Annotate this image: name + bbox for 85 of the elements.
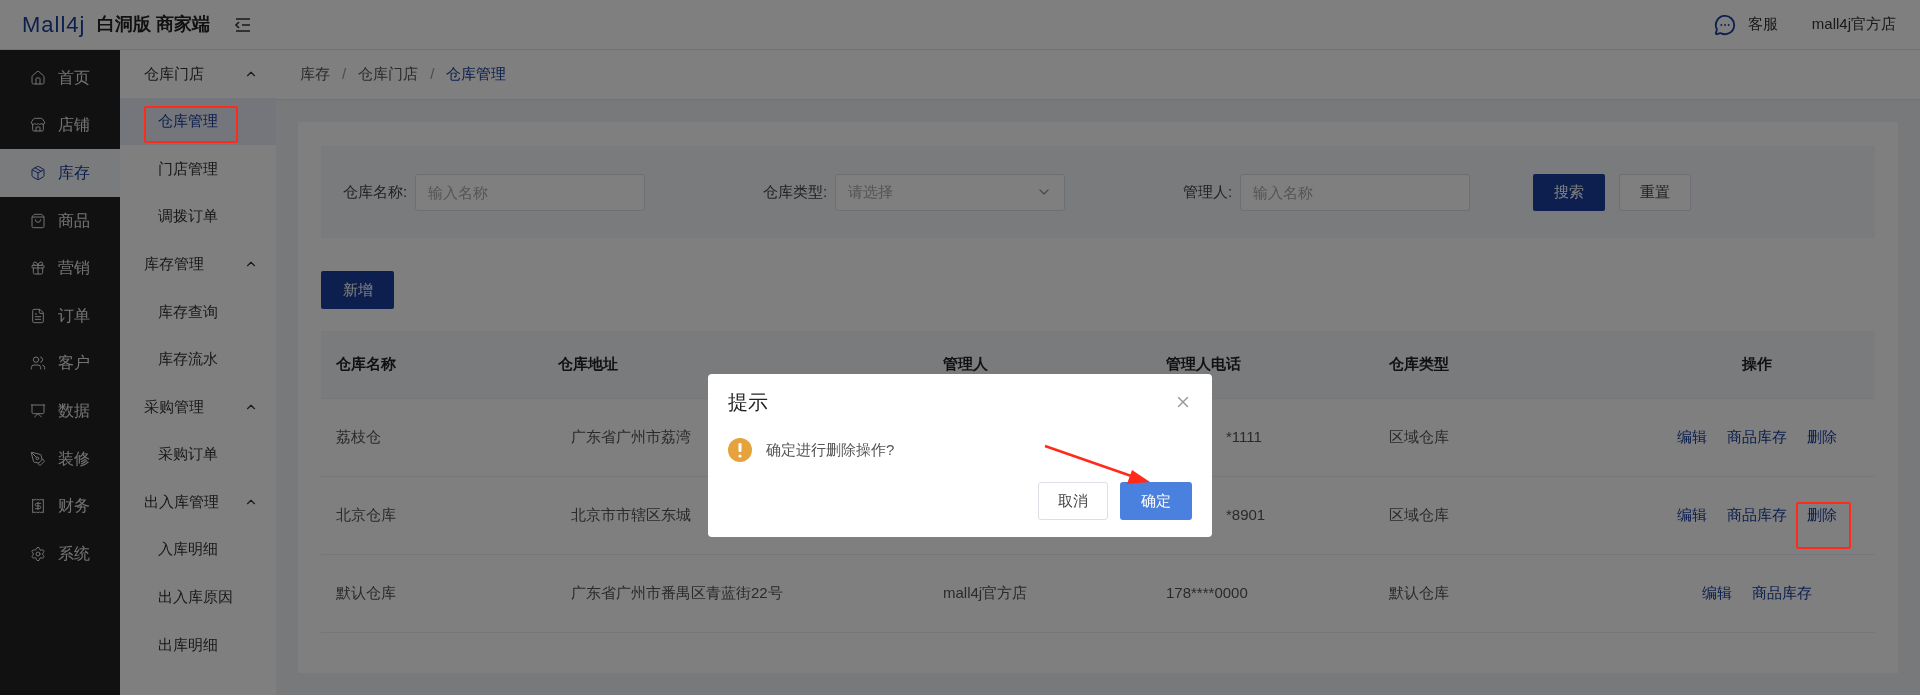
column-header: 仓库类型 (1388, 354, 1450, 375)
main-menu-item[interactable]: 商品 (0, 196, 120, 245)
receipt-icon (30, 498, 46, 515)
main-menu-item[interactable]: 订单 (0, 291, 120, 340)
dialog-title: 提示 (728, 390, 769, 415)
store-icon (30, 117, 46, 134)
breadcrumb-separator: / (430, 64, 435, 85)
table-cell-text: 北京市市辖区东城 (571, 505, 691, 526)
table-cell-text: *1111 (1225, 427, 1262, 448)
home-icon (30, 69, 46, 86)
action-link[interactable]: 编辑 (1702, 582, 1732, 605)
warning-icon (728, 438, 752, 462)
pen-icon (30, 450, 46, 467)
submenu-item[interactable]: 采购订单 (120, 430, 276, 479)
action-link[interactable]: 编辑 (1677, 426, 1707, 449)
action-link[interactable]: 商品库存 (1752, 582, 1812, 605)
breadcrumb-separator: / (342, 64, 347, 85)
table-cell-text: 广东省广州市番禺区青蓝街22号 (571, 583, 783, 604)
confirm-button[interactable]: 确定 (1120, 482, 1192, 520)
reset-button[interactable]: 重置 (1619, 173, 1691, 211)
table-cell-text: 北京仓库 (336, 505, 396, 526)
main-menu-item[interactable]: 数据 (0, 387, 120, 435)
breadcrumb-item[interactable]: 仓库管理 (446, 63, 507, 86)
document-icon (30, 307, 46, 324)
submenu-item[interactable]: 门店管理 (120, 145, 276, 193)
shop-name[interactable]: mall4j官方店 (1811, 13, 1896, 36)
main-menu-item[interactable]: 客户 (0, 339, 120, 388)
table-cell-text: 荔枝仓 (336, 427, 381, 448)
board-icon (30, 402, 46, 419)
column-header: 管理人 (942, 354, 989, 375)
submenu-item[interactable]: 仓库管理 (120, 97, 276, 146)
users-icon (30, 355, 46, 372)
table-cell-text: 区域仓库 (1389, 505, 1449, 526)
box-icon (30, 165, 46, 181)
table-cell-text: 默认仓库 (1389, 583, 1449, 604)
column-header: 仓库名称 (335, 354, 397, 375)
table-cell-text: 区域仓库 (1389, 427, 1449, 448)
highlight-box (1796, 502, 1851, 549)
filter-label: 仓库类型: (763, 181, 828, 202)
table-cell-text: *8901 (1225, 505, 1266, 526)
main-menu-item[interactable]: 营销 (0, 244, 120, 292)
settings-icon (30, 545, 46, 562)
submenu-group[interactable]: 仓库门店 (120, 50, 276, 98)
table-cell-text: 178****0000 (1166, 583, 1248, 604)
filter-label: 仓库名称: (343, 181, 408, 202)
action-link[interactable]: 商品库存 (1727, 426, 1787, 449)
column-header: 仓库地址 (557, 354, 619, 375)
main-menu-item[interactable]: 财务 (0, 482, 120, 530)
add-button[interactable]: 新增 (321, 271, 394, 309)
submenu-item[interactable]: 调拨订单 (120, 192, 276, 241)
action-link[interactable]: 商品库存 (1727, 504, 1787, 527)
table-cell-text: 默认仓库 (336, 583, 396, 604)
dialog-message: 确定进行删除操作? (766, 439, 895, 460)
action-link[interactable]: 删除 (1807, 504, 1837, 527)
chat-icon[interactable] (1713, 13, 1736, 36)
bag-icon (30, 212, 46, 229)
submenu-item[interactable]: 入库明细 (120, 525, 276, 574)
main-menu-item[interactable]: 店铺 (0, 101, 120, 150)
action-link[interactable]: 编辑 (1677, 504, 1707, 527)
table-cell-text: mall4j官方店 (943, 583, 1028, 604)
submenu-item[interactable]: 出库明细 (120, 621, 276, 669)
main-menu-item[interactable]: 装修 (0, 434, 120, 483)
main-menu-item[interactable]: 首页 (0, 54, 120, 102)
table-cell-text: 广东省广州市荔湾 (571, 427, 691, 448)
app-title: 白洞版 商家端 (97, 13, 211, 36)
breadcrumb-item[interactable]: 库存 (300, 63, 330, 86)
submenu-item[interactable]: 出入库原因 (120, 573, 276, 622)
logo: Mall4j (22, 11, 86, 39)
main-menu-item[interactable]: 库存 (0, 149, 120, 197)
gift-icon (30, 260, 46, 277)
menu-collapse-icon[interactable] (234, 16, 253, 33)
submenu-group[interactable]: 库存管理 (120, 240, 276, 288)
breadcrumb-item[interactable]: 仓库门店 (358, 63, 419, 86)
main-menu-item[interactable]: 系统 (0, 529, 120, 578)
search-button[interactable]: 搜索 (1533, 173, 1605, 211)
cancel-button[interactable]: 取消 (1038, 482, 1108, 520)
column-header: 管理人电话 (1165, 354, 1242, 375)
submenu-group[interactable]: 采购管理 (120, 383, 276, 431)
service-link[interactable]: 客服 (1747, 13, 1778, 36)
column-header: 操作 (1741, 354, 1773, 375)
action-link[interactable]: 删除 (1807, 426, 1837, 449)
filter-label: 管理人: (1183, 181, 1233, 202)
submenu-item[interactable]: 库存查询 (120, 287, 276, 336)
submenu-item[interactable]: 库存流水 (120, 335, 276, 384)
submenu-group[interactable]: 出入库管理 (120, 478, 276, 526)
